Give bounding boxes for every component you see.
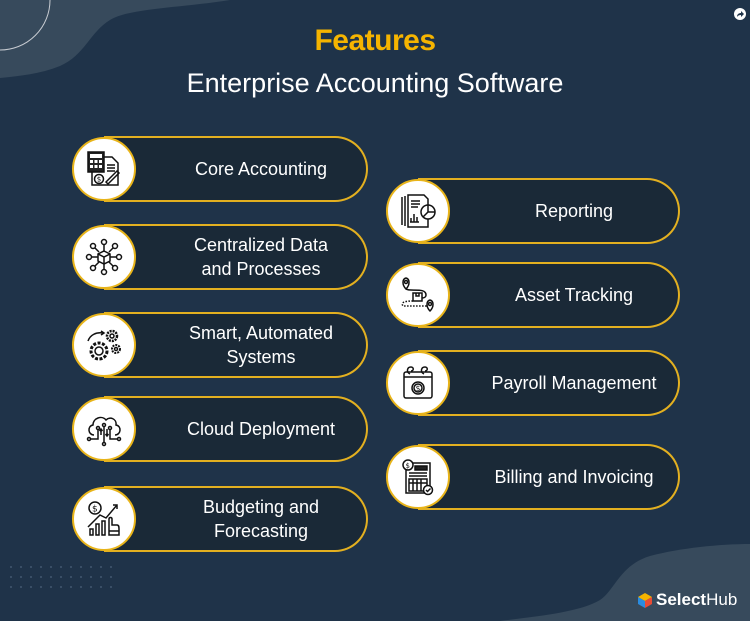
feature-billing-invoicing: $ Billing and Invoicing	[386, 444, 680, 510]
calendar-dollar-icon: $	[386, 351, 450, 415]
brand-name-bold: Select	[656, 590, 707, 609]
selecthub-logo[interactable]: SelectHub	[638, 590, 737, 610]
location-package-icon	[386, 263, 450, 327]
page-title: Features	[314, 24, 436, 57]
svg-text:$: $	[416, 384, 421, 393]
gears-icon	[72, 313, 136, 377]
feature-label: Budgeting and Forecasting	[202, 497, 320, 541]
feature-label: Centralized Data and Processes	[193, 235, 329, 279]
share-button[interactable]	[734, 8, 746, 20]
feature-centralized-data: Centralized Data and Processes	[72, 224, 368, 290]
svg-text:$: $	[406, 462, 410, 470]
feature-label: Smart, Automated Systems	[188, 323, 334, 367]
cloud-circuit-icon	[72, 397, 136, 461]
feature-cloud-deployment: Cloud Deployment	[72, 396, 368, 462]
feature-label: Cloud Deployment	[186, 419, 336, 439]
calculator-document-icon: $	[72, 137, 136, 201]
growth-chart-icon: $	[72, 487, 136, 551]
feature-label: Billing and Invoicing	[494, 467, 654, 487]
brand-name-regular: Hub	[706, 590, 738, 609]
svg-text:$: $	[97, 176, 101, 184]
share-arrow-icon	[737, 11, 744, 17]
feature-label: Core Accounting	[194, 159, 328, 179]
feature-reporting: Reporting	[386, 178, 680, 244]
feature-asset-tracking: Asset Tracking	[386, 262, 680, 328]
decorative-dot-grid	[6, 562, 118, 592]
invoice-check-icon: $	[386, 445, 450, 509]
feature-label: Asset Tracking	[514, 285, 634, 305]
brand-name: SelectHub	[656, 590, 737, 610]
svg-text:$: $	[92, 505, 98, 515]
report-pie-chart-icon	[386, 179, 450, 243]
network-cube-icon	[72, 225, 136, 289]
feature-smart-automated-systems: Smart, Automated Systems	[72, 312, 368, 378]
cube-logo-icon	[638, 592, 652, 608]
feature-label: Payroll Management	[491, 373, 657, 393]
feature-label: Reporting	[534, 201, 614, 221]
feature-core-accounting: $ Core Accounting	[72, 136, 368, 202]
page-subtitle: Enterprise Accounting Software	[186, 68, 564, 98]
feature-payroll-management: $ Payroll Management	[386, 350, 680, 416]
feature-budgeting-forecasting: $ Budgeting and Forecasting	[72, 486, 368, 552]
